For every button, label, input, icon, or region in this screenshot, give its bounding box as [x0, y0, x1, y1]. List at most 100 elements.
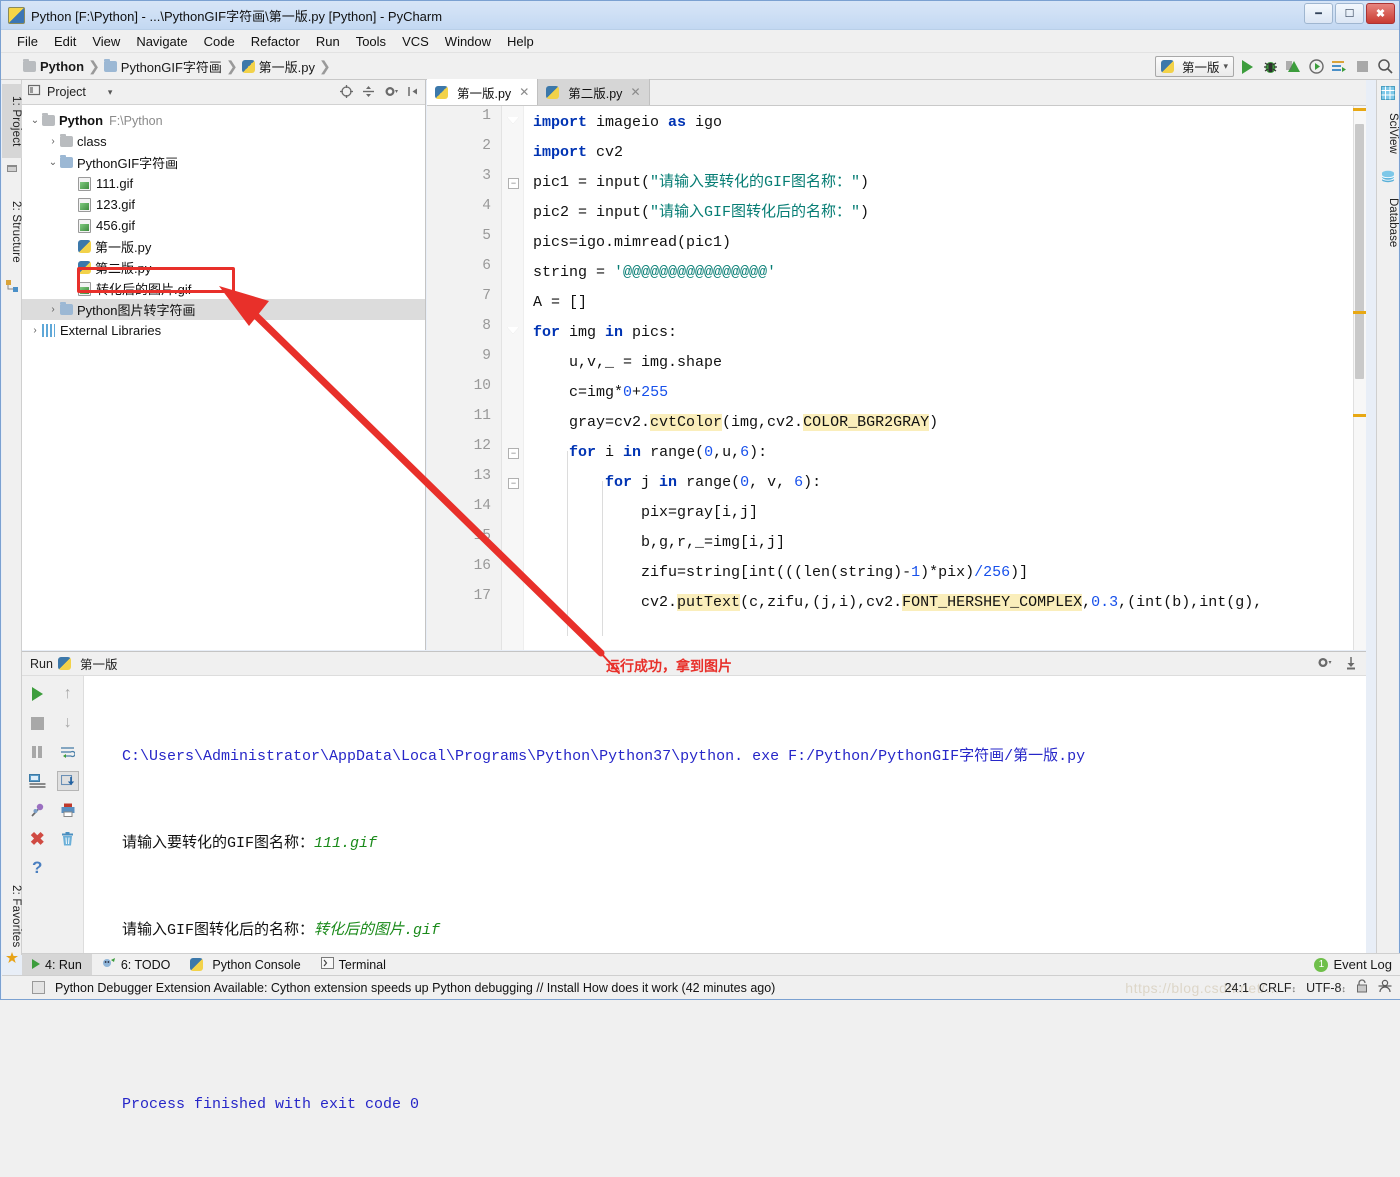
scrollbar-marker	[1353, 108, 1366, 111]
show-console-icon[interactable]	[26, 771, 48, 791]
chevron-right-icon[interactable]: ›	[28, 325, 42, 336]
tree-item-dierban-py[interactable]: 第二版.py	[22, 257, 425, 278]
lock-icon[interactable]	[1356, 979, 1368, 996]
close-icon[interactable]: ✖	[26, 829, 48, 849]
breadcrumb-item-project[interactable]: Python	[40, 59, 84, 74]
bottom-tab-label: 6: TODO	[121, 958, 171, 972]
menu-run[interactable]: Run	[308, 32, 348, 51]
run-icon[interactable]	[1237, 57, 1257, 77]
fold-marker-icon[interactable]: −	[508, 478, 519, 489]
fold-marker-icon[interactable]: −	[508, 448, 519, 459]
sidebar-item-favorites[interactable]: 2: Favorites	[2, 870, 22, 962]
menu-code[interactable]: Code	[196, 32, 243, 51]
menu-navigate[interactable]: Navigate	[128, 32, 195, 51]
stop-icon[interactable]	[1352, 57, 1372, 77]
tree-item-111gif[interactable]: 111.gif	[22, 173, 425, 194]
database-icon	[1381, 170, 1395, 187]
stop-icon[interactable]	[26, 713, 48, 733]
sidebar-item-project[interactable]: 1: Project	[2, 84, 22, 158]
editor-scrollbar[interactable]	[1353, 106, 1366, 650]
close-icon[interactable]: ✕	[630, 85, 640, 99]
menu-edit[interactable]: Edit	[46, 32, 84, 51]
tree-item-diyiban-py[interactable]: 第一版.py	[22, 236, 425, 257]
bottom-tab-terminal[interactable]: Terminal	[311, 954, 396, 976]
tree-item-pythongif[interactable]: ⌄ PythonGIF字符画	[22, 152, 425, 173]
status-message[interactable]: Python Debugger Extension Available: Cyt…	[55, 981, 775, 995]
bottom-tab-todo[interactable]: 6: TODO	[92, 954, 181, 976]
menu-file[interactable]: File	[9, 32, 46, 51]
editor-tab-label: 第二版.py	[568, 83, 622, 102]
print-icon[interactable]	[57, 800, 79, 820]
code-content[interactable]: import imageio as igo import cv2 pic1 = …	[525, 106, 1366, 650]
close-button[interactable]: ✖	[1366, 3, 1395, 24]
editor-tab-dierban[interactable]: 第二版.py ✕	[538, 79, 649, 105]
pause-icon[interactable]	[26, 742, 48, 762]
hide-panel-icon[interactable]	[407, 85, 420, 101]
tree-item-python-root[interactable]: ⌄ Python F:\Python	[22, 110, 425, 131]
code-line-14: pix=gray[i,j]	[533, 498, 758, 528]
scroll-to-end-icon[interactable]	[57, 771, 79, 791]
breadcrumb-item-folder[interactable]: PythonGIF字符画	[121, 57, 222, 76]
tree-item-123gif[interactable]: 123.gif	[22, 194, 425, 215]
run-console-output[interactable]: C:\Users\Administrator\AppData\Local\Pro…	[84, 676, 1366, 954]
status-notification-icon[interactable]	[32, 981, 45, 994]
coverage-icon[interactable]	[1283, 57, 1303, 77]
scrollbar-thumb[interactable]	[1355, 124, 1364, 379]
pin-icon[interactable]	[26, 800, 48, 820]
close-icon[interactable]: ✕	[519, 85, 529, 99]
menu-window[interactable]: Window	[437, 32, 499, 51]
rerun-icon[interactable]	[26, 684, 48, 704]
event-log-button[interactable]: 1 Event Log	[1314, 957, 1392, 972]
profile-icon[interactable]	[1306, 57, 1326, 77]
tree-item-class[interactable]: › class	[22, 131, 425, 152]
tree-item-converted-gif[interactable]: 转化后的图片.gif	[22, 278, 425, 299]
chevron-right-icon[interactable]: ›	[46, 136, 60, 147]
sidebar-item-sciview[interactable]: SciView	[1377, 102, 1399, 164]
soft-wrap-icon[interactable]	[57, 742, 79, 762]
chevron-down-icon[interactable]: ▾	[108, 87, 113, 98]
bottom-tab-run[interactable]: 4: Run	[22, 954, 92, 976]
settings-gear-icon[interactable]	[1317, 656, 1332, 672]
fold-marker-icon[interactable]	[507, 327, 519, 334]
locate-icon[interactable]	[340, 85, 353, 101]
help-icon[interactable]: ?	[26, 858, 48, 878]
run-configuration-selector[interactable]: 第一版 ▾	[1155, 56, 1234, 77]
line-separator[interactable]: CRLF↕	[1259, 981, 1296, 995]
editor-tab-diyiban[interactable]: 第一版.py ✕	[427, 79, 538, 105]
export-icon[interactable]	[1344, 656, 1358, 673]
menu-help[interactable]: Help	[499, 32, 542, 51]
chevron-down-icon[interactable]: ⌄	[28, 115, 42, 126]
down-icon[interactable]: ↓	[57, 713, 79, 733]
code-folding-gutter[interactable]: − − −	[502, 106, 524, 650]
menu-tools[interactable]: Tools	[348, 32, 394, 51]
chevron-right-icon[interactable]: ›	[46, 304, 60, 315]
file-encoding[interactable]: UTF-8↕	[1306, 981, 1346, 995]
up-icon[interactable]: ↑	[57, 684, 79, 704]
breadcrumb-separator: ❯	[88, 58, 100, 75]
fold-marker-icon[interactable]: −	[508, 178, 519, 189]
menu-refactor[interactable]: Refactor	[243, 32, 308, 51]
console-line-prompt-2: 请输入GIF图转化后的名称：转化后的图片.gif	[122, 916, 1366, 945]
settings-gear-icon[interactable]	[384, 85, 398, 101]
sidebar-item-database[interactable]: Database	[1377, 186, 1399, 260]
search-icon[interactable]	[1375, 57, 1395, 77]
collapse-all-icon[interactable]	[362, 85, 375, 101]
run-with-console-icon[interactable]	[1329, 57, 1349, 77]
menu-view[interactable]: View	[84, 32, 128, 51]
tree-item-python-image-to-ascii[interactable]: › Python图片转字符画	[22, 299, 425, 320]
maximize-button[interactable]: ☐	[1335, 3, 1364, 24]
sidebar-item-structure[interactable]: 2: Structure	[2, 188, 22, 276]
chevron-down-icon[interactable]: ⌄	[46, 157, 60, 168]
menu-vcs[interactable]: VCS	[394, 32, 437, 51]
bottom-tab-python-console[interactable]: Python Console	[180, 954, 310, 976]
fold-marker-icon[interactable]	[507, 117, 519, 124]
breadcrumb-item-file[interactable]: 第一版.py	[259, 57, 315, 76]
clear-all-icon[interactable]	[57, 829, 79, 849]
minimize-button[interactable]: ━	[1304, 3, 1333, 24]
tree-item-external-libraries[interactable]: › External Libraries	[22, 320, 425, 341]
tree-item-456gif[interactable]: 456.gif	[22, 215, 425, 236]
debug-icon[interactable]	[1260, 57, 1280, 77]
caret-position[interactable]: 24:1	[1225, 981, 1249, 995]
code-editor[interactable]: 1 2 3 4 5 6 7 8 9 10 11 12 13 14 15 16 1…	[427, 106, 1366, 650]
inspection-icon[interactable]	[1378, 979, 1392, 996]
